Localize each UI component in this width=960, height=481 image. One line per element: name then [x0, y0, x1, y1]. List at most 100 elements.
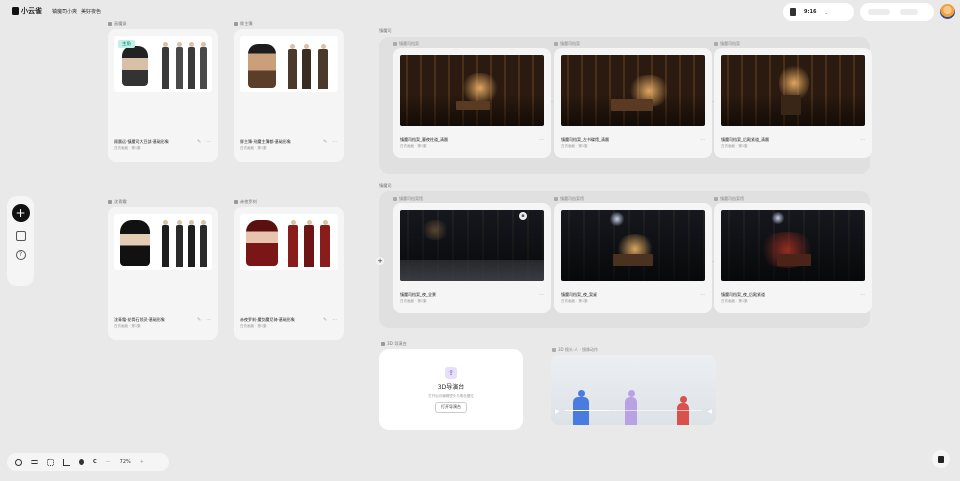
- figure-blue: [573, 390, 589, 425]
- assistant-button[interactable]: [932, 450, 950, 468]
- add-node-button[interactable]: +: [11, 204, 30, 222]
- scene-image: [561, 55, 705, 126]
- character-pose: [176, 220, 183, 267]
- scene-subtitle: 白衣画痕 · 第1集: [561, 144, 588, 148]
- grid-icon[interactable]: [47, 458, 54, 466]
- scene-card[interactable]: ▪ 镇魔司档案_夜_全景 白衣画痕 · 第1集 ···: [393, 203, 551, 313]
- undo-icon[interactable]: C: [93, 459, 97, 465]
- character-pose: [176, 42, 183, 89]
- scene-image: [400, 210, 544, 281]
- character-card[interactable]: 赤夜罗刹-魔剑魔尼骑-基础形象 白衣画痕 · 第1集 ✎ ···: [234, 207, 344, 340]
- character-pose: [188, 42, 195, 89]
- character-sheet-image: [240, 36, 338, 92]
- stage-card[interactable]: ⇪ 3D导演台 打开后可编辑镜头与角色摆位 打开导演台: [379, 349, 523, 430]
- scene-lamp: [771, 212, 785, 224]
- character-title: 沈青霜-花骨石领灵-基础形象: [114, 317, 165, 322]
- character-section-label: 沈青霜: [108, 199, 127, 205]
- user-avatar[interactable]: [940, 4, 955, 19]
- scene-card[interactable]: 镇魔司档案_左书碟馆_清晨 白衣画痕 · 第1集 ···: [554, 48, 712, 158]
- scene-icon: [393, 197, 397, 201]
- character-title: 赤夜罗刹-魔剑魔尼骑-基础形象: [240, 317, 295, 322]
- app-logo[interactable]: 小云雀: [12, 6, 42, 16]
- header-action-button-1[interactable]: [868, 9, 890, 15]
- zoom-level[interactable]: 72%: [120, 459, 131, 465]
- video-section-label: 3D 镜头·人 · 镜像动作: [552, 347, 598, 353]
- help-icon[interactable]: ?: [15, 250, 26, 260]
- scene-card[interactable]: 镇魔司档案_夜_案桌 白衣画痕 · 第1集 ···: [554, 203, 712, 313]
- card-actions: ✎ ···: [323, 139, 337, 145]
- more-icon[interactable]: ···: [700, 137, 705, 143]
- main-character-badge: 主角: [118, 40, 135, 48]
- more-icon[interactable]: ···: [332, 139, 337, 145]
- zoom-out-icon[interactable]: —: [106, 459, 111, 465]
- character-card[interactable]: 主角 顾晨远-镇魔司大豆部-基础形象 白衣画痕 · 第1集 ✎ ···: [108, 29, 218, 162]
- zoom-in-icon[interactable]: +: [140, 459, 144, 465]
- scene-card[interactable]: 镇魔司档案_暮夜柱道_清晨 白衣画痕 · 第1集 ···: [393, 48, 551, 158]
- more-icon[interactable]: ···: [539, 292, 544, 298]
- scene-card[interactable]: 镇魔司档案_夜_后殿紧道 白衣画痕 · 第1集 ···: [714, 203, 872, 313]
- lock-icon[interactable]: ▪: [519, 212, 527, 220]
- video-progress[interactable]: [565, 409, 702, 411]
- more-icon[interactable]: ···: [332, 317, 337, 323]
- side-toolbar: + ?: [7, 196, 34, 286]
- scene-image: [400, 55, 544, 126]
- breadcrumb-episode[interactable]: 美好夜色: [81, 8, 101, 15]
- scene-title: 镇魔司档案_夜_全景: [400, 292, 436, 297]
- edit-icon[interactable]: ✎: [197, 139, 201, 145]
- edit-icon[interactable]: ✎: [323, 317, 327, 323]
- character-card[interactable]: 沈青霜-花骨石领灵-基础形象 白衣画痕 · 第1集 ✎ ···: [108, 207, 218, 340]
- scene-title: 镇魔司档案_后殿紧道_清晨: [721, 137, 769, 142]
- character-section-label: 画魔录: [108, 21, 127, 27]
- card-actions: ···: [860, 137, 865, 143]
- scene-table: [456, 101, 490, 110]
- character-pose: [188, 220, 195, 267]
- character-pose: [320, 220, 330, 267]
- scene-subtitle: 白衣画痕 · 第1集: [721, 299, 748, 303]
- app-name: 小云雀: [21, 7, 42, 15]
- scene-image: [721, 210, 865, 281]
- canvas-toolbar: C — 72% +: [7, 453, 169, 471]
- add-scene-button[interactable]: +: [376, 257, 384, 265]
- character-pose: [288, 220, 298, 267]
- layout-icon[interactable]: [63, 458, 70, 466]
- scene-label: 镇魔司档案: [393, 41, 419, 47]
- plus-icon: +: [15, 206, 26, 220]
- character-card[interactable]: 胖主簿-刑魔主簿都-基础形象 白衣画痕 · 第1集 ✎ ···: [234, 29, 344, 162]
- card-actions: ✎ ···: [197, 317, 211, 323]
- character-pose: [162, 42, 169, 89]
- upload-icon: ⇪: [445, 366, 457, 379]
- header-action-button-2[interactable]: [900, 9, 918, 15]
- scene-card[interactable]: 镇魔司档案_后殿紧道_清晨 白衣画痕 · 第1集 ···: [714, 48, 872, 158]
- cube-icon: [381, 342, 385, 346]
- chevron-down-icon: ⌄: [824, 9, 828, 15]
- scene-icon: [554, 42, 558, 46]
- stage-section-label: 3D 导演台: [381, 341, 407, 347]
- more-icon[interactable]: ···: [860, 292, 865, 298]
- scene-label: 镇魔司档案馆: [393, 196, 423, 202]
- character-pose: [288, 44, 297, 89]
- history-icon[interactable]: [15, 458, 22, 466]
- volume-icon[interactable]: ◀: [707, 408, 712, 415]
- more-icon[interactable]: ···: [539, 137, 544, 143]
- more-icon[interactable]: ···: [206, 139, 211, 145]
- aspect-ratio-selector[interactable]: 9:16 ⌄: [783, 3, 854, 21]
- swap-icon[interactable]: [31, 460, 38, 464]
- scene-doorway: [781, 95, 801, 115]
- play-icon[interactable]: ▶: [555, 408, 560, 415]
- edit-icon[interactable]: ✎: [323, 139, 327, 145]
- character-pose: [318, 44, 328, 89]
- scene-table: [613, 254, 653, 266]
- stage-description: 打开后可编辑镜头与角色摆位: [428, 393, 474, 398]
- user-icon: [108, 200, 112, 204]
- more-icon[interactable]: ···: [206, 317, 211, 323]
- breadcrumb-project[interactable]: 镇魔司小爽: [52, 8, 77, 15]
- edit-icon[interactable]: ✎: [197, 317, 201, 323]
- location-icon[interactable]: [79, 459, 84, 465]
- folder-icon[interactable]: [15, 231, 26, 241]
- more-icon[interactable]: ···: [860, 137, 865, 143]
- open-stage-button[interactable]: 打开导演台: [435, 401, 467, 413]
- more-icon[interactable]: ···: [700, 292, 705, 298]
- character-portrait: [122, 46, 148, 86]
- video-player[interactable]: ▶ ◀: [551, 355, 716, 425]
- scene-title: 镇魔司档案_暮夜柱道_清晨: [400, 137, 448, 142]
